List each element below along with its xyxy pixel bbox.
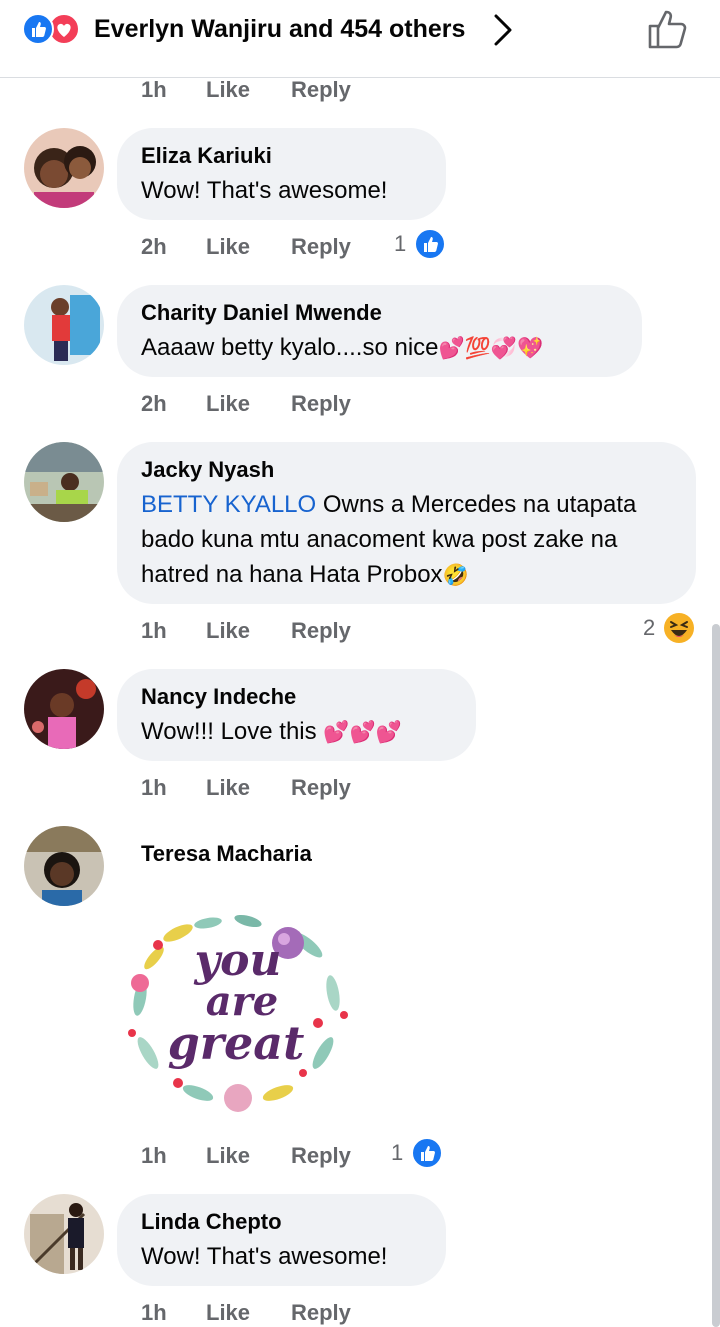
comment-author[interactable]: Teresa Macharia xyxy=(141,840,312,868)
like-button[interactable]: Like xyxy=(206,388,250,420)
avatar[interactable] xyxy=(24,826,104,906)
comment-text: BETTY KYALLO Owns a Mercedes na utapata … xyxy=(141,487,672,593)
comment-time[interactable]: 1h xyxy=(141,615,167,647)
comment-time[interactable]: 2h xyxy=(141,388,167,420)
like-button[interactable]: Like xyxy=(206,772,250,804)
avatar[interactable] xyxy=(24,285,104,365)
comment-text-body: Wow!!! Love this xyxy=(141,718,324,745)
comment-time[interactable]: 2h xyxy=(141,231,167,263)
reaction-count[interactable]: 1 xyxy=(391,1136,447,1170)
reply-button[interactable]: Reply xyxy=(291,231,351,263)
comment-bubble[interactable]: Nancy Indeche Wow!!! Love this 💕💕💕 xyxy=(117,669,476,761)
like-button[interactable]: Like xyxy=(206,1140,250,1172)
reactions-summary-text[interactable]: Everlyn Wanjiru and 454 others xyxy=(94,13,465,45)
reaction-icons xyxy=(22,13,88,45)
reactions-header[interactable]: Everlyn Wanjiru and 454 others xyxy=(0,0,720,78)
avatar[interactable] xyxy=(24,1194,104,1274)
comment-time[interactable]: 1h xyxy=(141,1140,167,1172)
sticker-word: great xyxy=(168,1016,305,1070)
comment-bubble[interactable]: Charity Daniel Mwende Aaaaw betty kyalo.… xyxy=(117,285,642,377)
chevron-right-icon[interactable] xyxy=(488,12,516,48)
like-icon xyxy=(414,228,446,260)
avatar[interactable] xyxy=(24,669,104,749)
reply-button[interactable]: Reply xyxy=(291,388,351,420)
reaction-count-number: 2 xyxy=(643,615,656,640)
like-icon xyxy=(411,1137,443,1169)
mention-link[interactable]: BETTY KYALLO xyxy=(141,491,316,518)
comment-author[interactable]: Linda Chepto xyxy=(141,1208,422,1236)
comment-bubble[interactable]: Jacky Nyash BETTY KYALLO Owns a Mercedes… xyxy=(117,442,696,604)
comment-time[interactable]: 1h xyxy=(141,1297,167,1327)
like-reaction-icon xyxy=(22,13,54,45)
you-are-great-sticker[interactable]: you are great xyxy=(118,903,358,1118)
comment-text: Wow! That's awesome! xyxy=(141,1243,388,1270)
thumbs-up-icon[interactable] xyxy=(645,6,691,52)
like-button[interactable]: Like xyxy=(206,231,250,263)
reaction-count[interactable]: 2 xyxy=(643,611,699,645)
reply-button[interactable]: Reply xyxy=(291,1297,351,1327)
avatar[interactable] xyxy=(24,128,104,208)
comment-text-body: Aaaaw betty kyalo....so nice xyxy=(141,334,439,361)
comment-author[interactable]: Jacky Nyash xyxy=(141,456,672,484)
like-button[interactable]: Like xyxy=(206,615,250,647)
comment-bubble[interactable]: Linda Chepto Wow! That's awesome! xyxy=(117,1194,446,1286)
like-button[interactable]: Like xyxy=(206,74,250,106)
comment-bubble[interactable]: Eliza Kariuki Wow! That's awesome! xyxy=(117,128,446,220)
comment-text: Wow! That's awesome! xyxy=(141,177,388,204)
reply-button[interactable]: Reply xyxy=(291,74,351,106)
scrollbar[interactable] xyxy=(712,624,720,1327)
reply-button[interactable]: Reply xyxy=(291,615,351,647)
comment-emojis: 💕💕💕 xyxy=(323,721,402,744)
reaction-count-number: 1 xyxy=(394,231,407,256)
comment-emojis: 💕💯💞💖 xyxy=(438,337,544,360)
comment-time[interactable]: 1h xyxy=(141,772,167,804)
comment-text: Aaaaw betty kyalo....so nice💕💯💞💖 xyxy=(141,330,618,366)
comment-time[interactable]: 1h xyxy=(141,74,167,106)
comment-emojis: 🤣 xyxy=(442,564,469,587)
haha-icon xyxy=(663,612,695,644)
reaction-count[interactable]: 1 xyxy=(394,227,450,261)
comment-text: Wow!!! Love this 💕💕💕 xyxy=(141,714,452,750)
comment-author[interactable]: Nancy Indeche xyxy=(141,683,452,711)
avatar[interactable] xyxy=(24,442,104,522)
comment-author[interactable]: Charity Daniel Mwende xyxy=(141,299,618,327)
like-button[interactable]: Like xyxy=(206,1297,250,1327)
reply-button[interactable]: Reply xyxy=(291,1140,351,1172)
reaction-count-number: 1 xyxy=(391,1140,404,1165)
reply-button[interactable]: Reply xyxy=(291,772,351,804)
comment-author[interactable]: Eliza Kariuki xyxy=(141,142,422,170)
